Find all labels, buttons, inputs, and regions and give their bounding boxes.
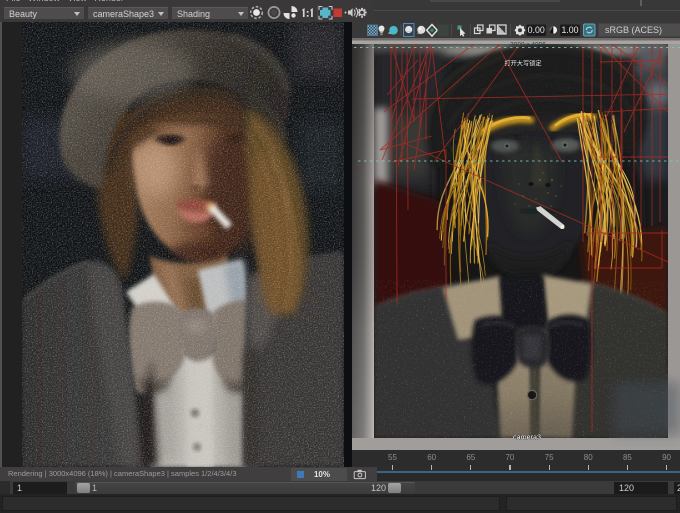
svg-text:0.00: 0.00 [528, 25, 545, 35]
svg-text:sRGB (ACES): sRGB (ACES) [605, 25, 662, 35]
svg-text:camera3: camera3 [513, 433, 541, 442]
svg-text:1.00: 1.00 [561, 25, 578, 35]
